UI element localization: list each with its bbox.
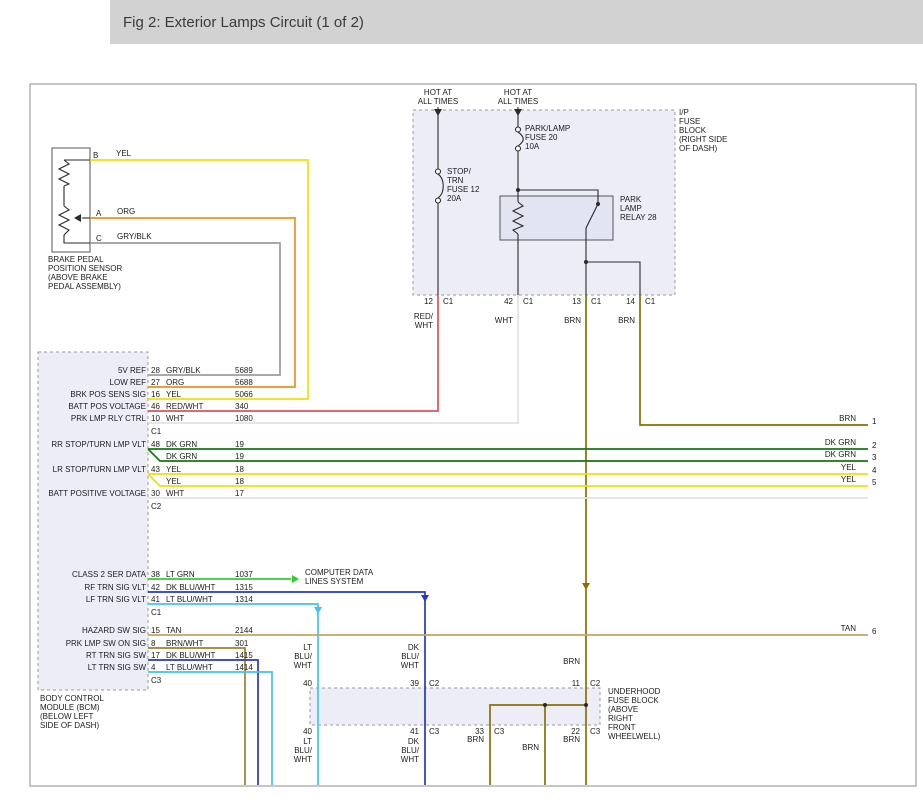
underhood-fuse-block-box — [310, 688, 600, 725]
page: Fig 2: Exterior Lamps Circuit (1 of 2) H… — [0, 0, 923, 809]
bcm-box — [38, 352, 148, 690]
park-lamp-fuse-symbol — [516, 127, 521, 132]
wiring-diagram-canvas — [0, 0, 923, 809]
stop-trn-fuse-symbol — [436, 169, 441, 174]
junction-dot — [543, 703, 547, 707]
junction-dot — [596, 202, 600, 206]
junction-dot — [584, 703, 588, 707]
junction-dot — [516, 188, 520, 192]
junction-dot — [584, 260, 588, 264]
brake-pedal-sensor-box — [52, 148, 90, 252]
park-lamp-fuse-symbol — [516, 146, 521, 151]
stop-trn-fuse-symbol — [436, 198, 441, 203]
